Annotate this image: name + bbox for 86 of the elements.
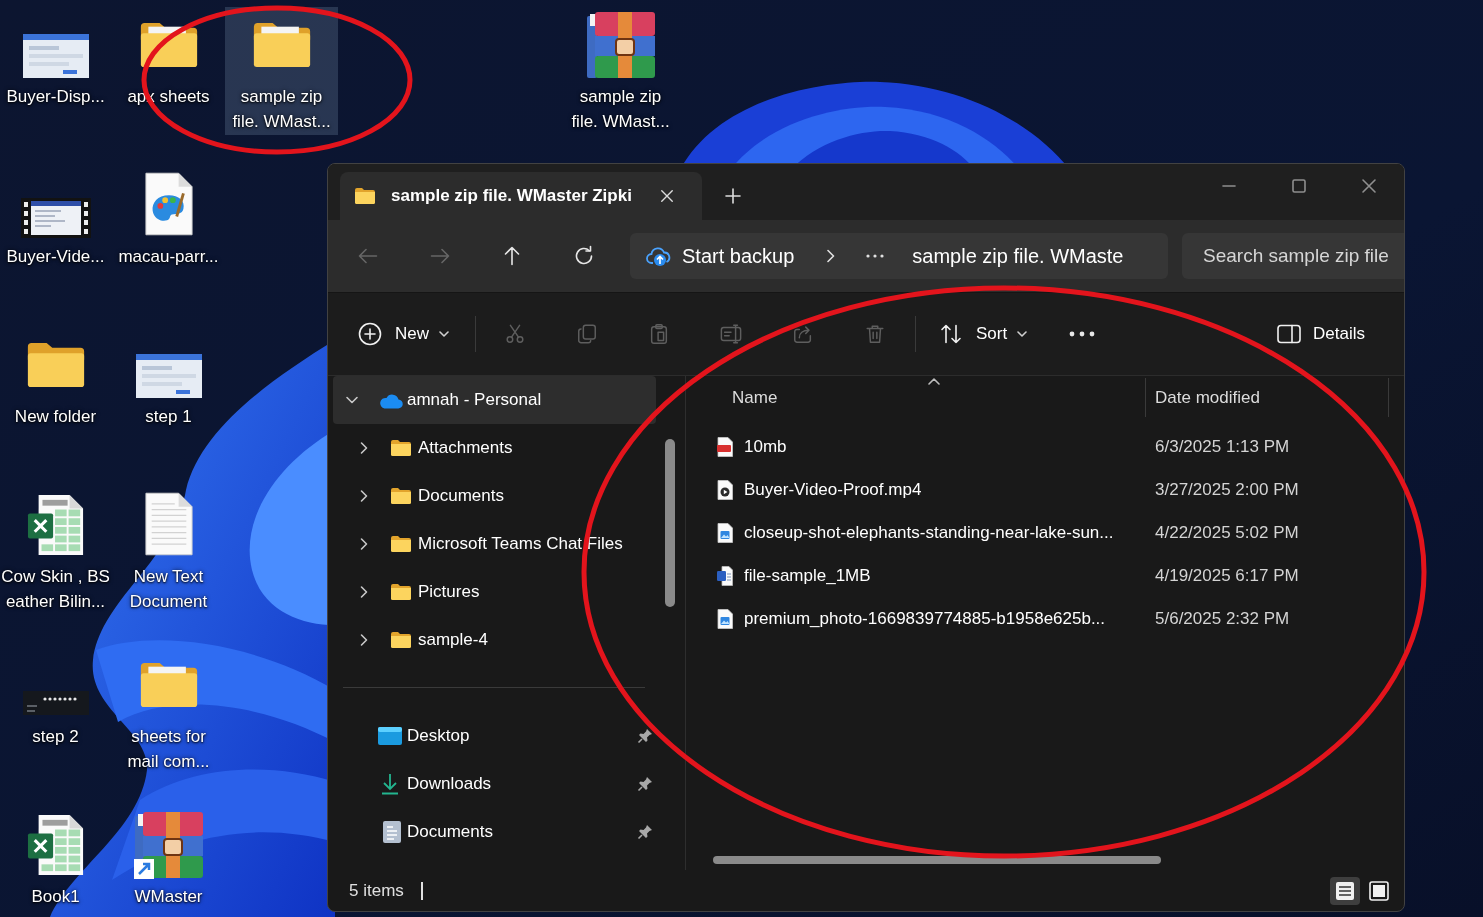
archive-icon bbox=[584, 10, 657, 80]
icon-tile[interactable]: step 2 bbox=[0, 647, 112, 749]
archive-shortcut-icon bbox=[132, 810, 205, 880]
plus-circle-icon bbox=[358, 322, 382, 346]
breadcrumb[interactable]: sample zip file. WMaste bbox=[912, 244, 1124, 268]
quick-access-item[interactable]: Desktop bbox=[333, 712, 656, 760]
date-modified: 4/22/2025 5:02 PM bbox=[1154, 522, 1299, 543]
word-file-icon bbox=[717, 565, 733, 586]
date-modified: 6/3/2025 1:13 PM bbox=[1154, 436, 1290, 457]
tree-item[interactable]: sample-4 bbox=[333, 616, 656, 664]
text-file-icon bbox=[143, 492, 194, 556]
icon-tile[interactable]: Buyer-Vide... bbox=[0, 167, 112, 269]
icon-tile[interactable]: Cow Skin , BS eather Bilin... bbox=[0, 487, 112, 614]
icon-tile[interactable]: macau-parr... bbox=[112, 167, 225, 269]
spreadsheet-icon bbox=[26, 814, 85, 876]
maximize-icon[interactable] bbox=[1291, 178, 1307, 194]
tree-item[interactable]: Attachments bbox=[333, 424, 656, 472]
tree-item[interactable]: amnah - Personal bbox=[333, 376, 656, 424]
folder-icon bbox=[25, 341, 86, 388]
pdf-file-icon bbox=[717, 436, 733, 457]
file-name[interactable]: 10mb bbox=[744, 436, 787, 456]
folder-icon bbox=[390, 487, 412, 505]
quick-access-item[interactable]: Downloads bbox=[333, 760, 656, 808]
plus-icon[interactable] bbox=[725, 188, 741, 204]
thumbnail-placeholder bbox=[135, 354, 202, 398]
details-view-icon[interactable] bbox=[1330, 876, 1360, 905]
date-modified: 5/6/2025 2:32 PM bbox=[1154, 608, 1290, 629]
scrollbar[interactable] bbox=[713, 856, 1161, 864]
date-modified: 4/19/2025 6:17 PM bbox=[1154, 565, 1299, 586]
folder-icon bbox=[390, 631, 412, 649]
icon-tile[interactable]: Buyer-Disp... bbox=[0, 7, 112, 109]
image-file-icon bbox=[717, 608, 733, 629]
video-thumbnail bbox=[20, 198, 91, 238]
tree-item[interactable]: Pictures bbox=[333, 568, 656, 616]
new-button[interactable]: New bbox=[358, 322, 449, 346]
icon-tile[interactable]: WMaster bbox=[112, 807, 225, 909]
scrollbar[interactable] bbox=[665, 439, 675, 607]
folder-icon bbox=[251, 21, 312, 68]
tree-item[interactable]: Documents bbox=[333, 472, 656, 520]
folder-icon bbox=[390, 583, 412, 601]
details-button[interactable]: Details bbox=[1277, 324, 1365, 344]
sort-indicator-icon bbox=[928, 378, 940, 385]
folder-icon bbox=[138, 661, 199, 708]
more-icon[interactable] bbox=[1069, 331, 1096, 337]
icon-tile[interactable]: step 1 bbox=[112, 327, 225, 429]
image-file-icon bbox=[717, 522, 733, 543]
tab[interactable]: sample zip file. WMaster Zipki bbox=[340, 172, 702, 220]
icon-tile[interactable]: New folder bbox=[0, 327, 112, 429]
desktop-icon bbox=[378, 727, 402, 745]
details-pane-icon bbox=[1277, 324, 1302, 344]
file-name[interactable]: file-sample_1MB bbox=[744, 565, 871, 585]
column-header[interactable]: Date modified bbox=[1146, 378, 1389, 417]
spreadsheet-icon bbox=[26, 494, 85, 556]
sort-icon bbox=[939, 322, 963, 346]
sort-button[interactable]: Sort bbox=[939, 322, 1028, 346]
image-file-icon bbox=[143, 172, 194, 236]
close-icon[interactable] bbox=[1361, 178, 1377, 194]
date-modified: 3/27/2025 2:00 PM bbox=[1154, 479, 1299, 500]
folder-icon bbox=[390, 535, 412, 553]
more-icon[interactable] bbox=[866, 254, 885, 258]
item-count: 5 items bbox=[349, 880, 404, 901]
file-name[interactable]: premium_photo-1669839774885-b1958e625b... bbox=[744, 608, 1106, 628]
tree-item[interactable]: Microsoft Teams Chat Files bbox=[333, 520, 656, 568]
thumbnail-placeholder bbox=[22, 691, 89, 715]
folder-icon bbox=[138, 21, 199, 68]
pin-icon[interactable] bbox=[637, 728, 653, 744]
folder-icon bbox=[390, 439, 412, 457]
search-field[interactable]: Search sample zip file bbox=[1182, 233, 1404, 279]
caret-down-icon bbox=[1017, 331, 1028, 337]
file-name[interactable]: Buyer-Video-Proof.mp4 bbox=[744, 479, 922, 499]
thumbnail-placeholder bbox=[22, 34, 89, 78]
cloud-upload-icon bbox=[646, 245, 672, 267]
icon-tile[interactable]: sample zip file. WMast... bbox=[225, 7, 338, 135]
pin-icon[interactable] bbox=[637, 776, 653, 792]
document-icon bbox=[382, 820, 402, 844]
caret-down-icon bbox=[439, 331, 449, 337]
icon-tile[interactable]: New Text Document bbox=[112, 487, 225, 614]
quick-access-item[interactable]: Documents bbox=[333, 808, 656, 856]
video-file-icon bbox=[717, 479, 733, 500]
folder-icon bbox=[354, 187, 376, 205]
address-bar[interactable]: Start backup sample zip file. WMaste bbox=[630, 233, 1168, 279]
pin-icon[interactable] bbox=[637, 824, 653, 840]
column-header[interactable]: Name bbox=[686, 378, 1146, 417]
start-backup-button[interactable]: Start backup bbox=[682, 244, 795, 268]
file-name[interactable]: closeup-shot-elephants-standing-near-lake-sun... bbox=[744, 522, 1114, 542]
icon-tile[interactable]: sample zip file. WMast... bbox=[564, 7, 677, 134]
